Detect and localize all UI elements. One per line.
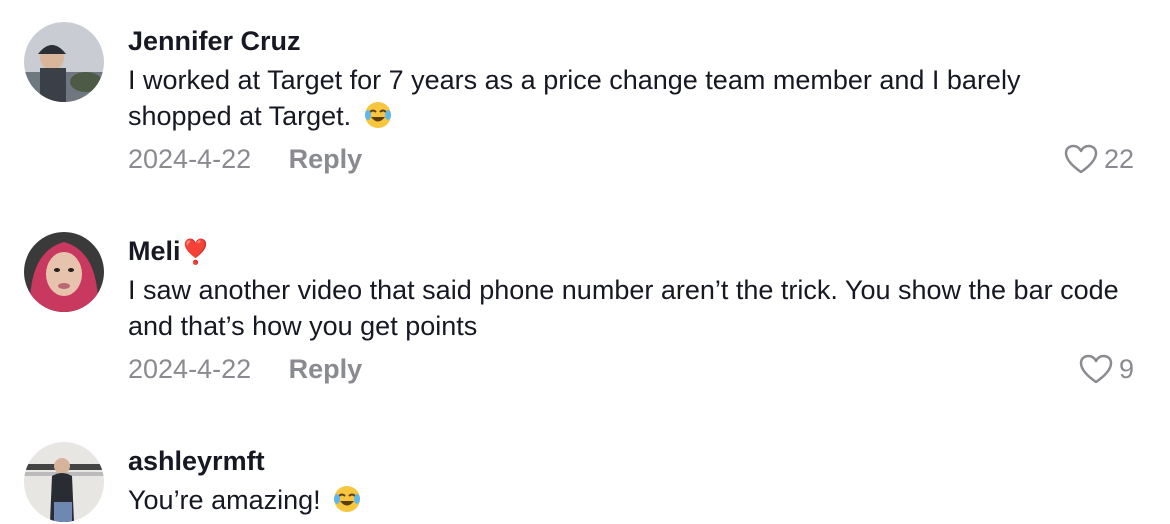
- comment-username[interactable]: Jennifer Cruz: [128, 24, 301, 58]
- comment-text: You’re amazing!: [128, 482, 1128, 518]
- comment-username-text: Meli: [128, 236, 181, 266]
- comment-text: I worked at Target for 7 years as a pric…: [128, 62, 1128, 134]
- comment-item: ashleyrmft You’re amazing!: [0, 420, 1170, 524]
- reply-button[interactable]: Reply: [289, 352, 363, 386]
- comment-username[interactable]: Meli❣️: [128, 234, 210, 270]
- avatar[interactable]: [24, 22, 104, 102]
- comment-item: Meli❣️ I saw another video that said pho…: [0, 210, 1170, 410]
- joy-emoji-icon: [364, 102, 391, 128]
- comment-meta: 2024-4-22 Reply: [128, 142, 362, 176]
- avatar[interactable]: [24, 442, 104, 522]
- reply-button[interactable]: Reply: [289, 142, 363, 176]
- comment-username[interactable]: ashleyrmft: [128, 444, 265, 478]
- comment-date: 2024-4-22: [128, 354, 252, 384]
- joy-emoji-icon: [334, 486, 361, 512]
- comment-text: I saw another video that said phone numb…: [128, 275, 1119, 341]
- comment-meta: 2024-4-22 Reply: [128, 352, 362, 386]
- comment-text-content: I worked at Target for 7 years as a pric…: [128, 65, 1021, 131]
- heart-icon: [1079, 354, 1113, 384]
- like-button[interactable]: 9: [1079, 352, 1134, 386]
- comment-text-content: You’re amazing!: [128, 485, 321, 515]
- heart-icon: [1064, 144, 1098, 174]
- like-count: 22: [1103, 143, 1134, 174]
- comment-date: 2024-4-22: [128, 144, 252, 174]
- comment-item: Jennifer Cruz I worked at Target for 7 y…: [0, 0, 1170, 200]
- like-button[interactable]: 22: [1064, 142, 1134, 176]
- avatar[interactable]: [24, 232, 104, 312]
- like-count: 9: [1118, 353, 1134, 384]
- heart-exclamation-icon: ❣️: [180, 239, 211, 266]
